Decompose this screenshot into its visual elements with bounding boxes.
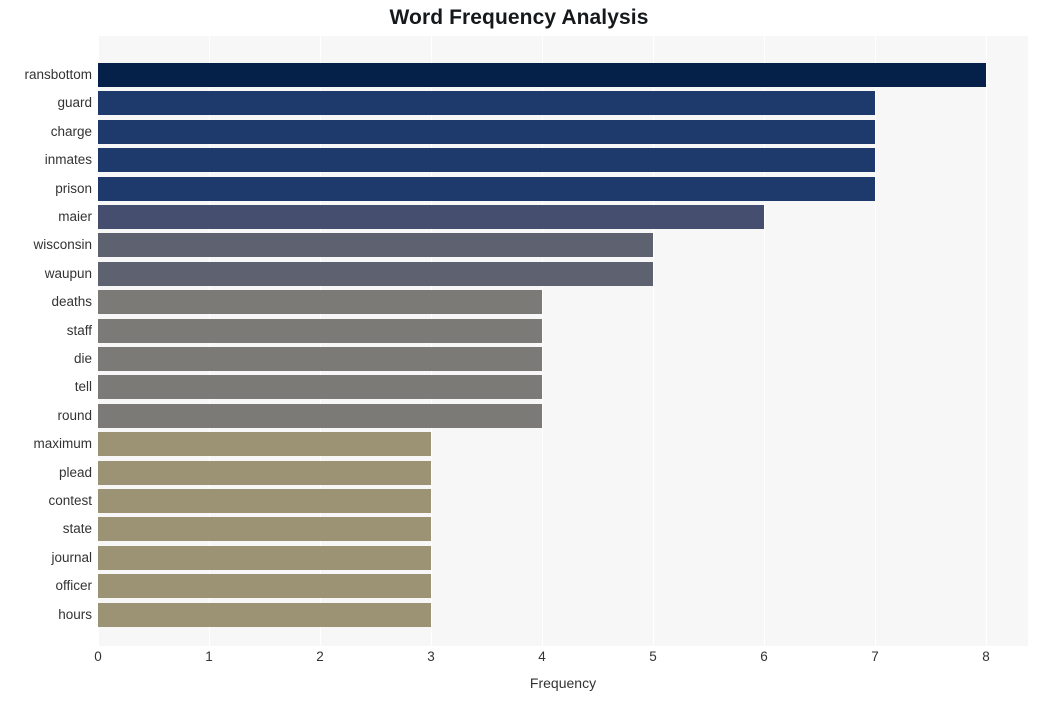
- x-tick-label: 3: [427, 649, 435, 664]
- chart-title: Word Frequency Analysis: [389, 6, 649, 29]
- bar[interactable]: [98, 318, 542, 343]
- bar[interactable]: [98, 176, 875, 201]
- y-tick-label: plead: [58, 464, 92, 480]
- bar[interactable]: [98, 489, 431, 513]
- y-tick-label: officer: [55, 578, 92, 594]
- y-tick-label: contest: [48, 493, 92, 508]
- y-tick-label: round: [57, 407, 92, 423]
- y-tick-label: hours: [58, 606, 92, 622]
- bar[interactable]: [98, 347, 542, 371]
- y-tick-label: waupun: [44, 265, 92, 281]
- bar[interactable]: [98, 233, 653, 258]
- y-tick-label: deaths: [51, 294, 92, 310]
- y-axis-tick-labels: ransbottom guard charge inmates prison maier w…: [0, 36, 92, 646]
- bar[interactable]: [98, 63, 986, 87]
- y-tick-label: inmates: [44, 152, 92, 168]
- plot-area: [98, 36, 1028, 646]
- x-axis-tick-labels: 0 1 2 3 4 5 6 7 8: [0, 648, 1038, 670]
- y-tick-label: wisconsin: [33, 237, 92, 253]
- bar[interactable]: [98, 460, 431, 485]
- y-tick-label: guard: [57, 95, 92, 111]
- y-tick-label: prison: [55, 180, 92, 196]
- bar[interactable]: [98, 290, 542, 315]
- y-tick-label: maier: [58, 209, 92, 224]
- bar[interactable]: [98, 205, 764, 229]
- bar[interactable]: [98, 574, 431, 599]
- y-tick-label: ransbottom: [24, 67, 92, 82]
- x-tick-label: 0: [94, 649, 102, 664]
- bar[interactable]: [98, 432, 431, 457]
- bar[interactable]: [98, 375, 542, 400]
- y-tick-label: tell: [74, 379, 92, 395]
- y-tick-label: charge: [50, 123, 92, 139]
- y-tick-label: maximum: [33, 436, 92, 452]
- x-tick-label: 1: [205, 649, 213, 664]
- x-tick-label: 2: [316, 649, 324, 664]
- bar[interactable]: [98, 517, 431, 542]
- bar[interactable]: [98, 148, 875, 173]
- bar[interactable]: [98, 119, 875, 144]
- bar[interactable]: [98, 403, 542, 428]
- word-frequency-chart: Word Frequency Analysis ransbottom guard c…: [0, 0, 1038, 701]
- y-tick-label: die: [73, 351, 92, 366]
- x-tick-label: 7: [871, 649, 879, 664]
- x-axis-title: Frequency: [529, 675, 597, 691]
- x-tick-label: 8: [982, 649, 990, 664]
- x-tick-label: 6: [760, 649, 768, 664]
- bar[interactable]: [98, 261, 653, 286]
- bars-container: [98, 36, 1028, 646]
- x-tick-label: 5: [649, 649, 657, 664]
- bar[interactable]: [98, 91, 875, 116]
- y-tick-label: journal: [51, 549, 92, 565]
- y-tick-label: staff: [66, 322, 92, 338]
- x-tick-label: 4: [538, 649, 546, 664]
- bar[interactable]: [98, 545, 431, 570]
- bar[interactable]: [98, 602, 431, 627]
- y-tick-label: state: [62, 521, 92, 537]
